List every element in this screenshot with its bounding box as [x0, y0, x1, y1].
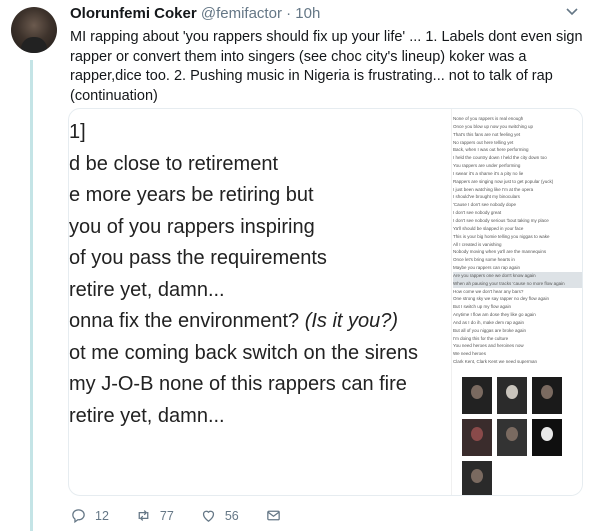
small-lyric-line: We need heroes [453, 351, 486, 357]
small-lyrics-list: None of you rappers is real enough Once y… [453, 115, 582, 366]
small-lyric-line: When ah pausing your tracks 'cause no mo… [453, 279, 582, 288]
author-handle[interactable]: @femifactor [201, 5, 282, 22]
lyric-line: 1] [69, 121, 86, 143]
photo-thumbnail [462, 461, 492, 495]
lyric-line: you of you rappers inspiring [69, 215, 315, 238]
photo-thumbnail-grid [462, 377, 572, 495]
photo-thumbnail [497, 419, 527, 456]
heart-icon [202, 510, 214, 522]
photo-thumbnail [532, 377, 562, 414]
envelope-icon [266, 510, 280, 521]
lyric-line: my J-O-B none of this rappers can fire [69, 373, 407, 395]
reply-icon [72, 509, 85, 524]
tweet-text: MI rapping about 'you rappers should fix… [70, 29, 583, 104]
small-lyric-line: You need heroes and heroines now [453, 343, 524, 349]
retweet-icon [138, 510, 149, 521]
small-lyric-line: I held the country down I held the city … [453, 155, 547, 161]
lyric-line: of you pass the requirements [69, 247, 327, 269]
thread-connector-line [30, 60, 33, 531]
reply-button[interactable]: 12 [70, 507, 109, 524]
retweet-count: 77 [159, 508, 174, 523]
small-lyric-line: Rappers are singing now just to get popu… [453, 178, 554, 184]
small-lyric-line: 'Cause I don't see nobody dope [453, 202, 517, 208]
small-lyric-line: I don't see nobody serious 'bout taking … [453, 217, 549, 223]
small-lyric-line: None of you rappers is real enough [453, 116, 524, 121]
author-name[interactable]: Olorunfemi Coker [70, 5, 197, 22]
small-lyric-line: But all of you niggas are broke again [453, 327, 527, 333]
small-lyric-line: All I created is vanishing [453, 241, 502, 247]
small-lyric-line: One strong sky we say rapper no dey flow… [453, 296, 550, 302]
small-lyric-line: Ya'll should be slapped in your face [453, 225, 524, 231]
like-count: 56 [224, 508, 239, 523]
small-lyric-line: And as I do ih, make dem rap again [453, 319, 525, 325]
small-lyric-line: I'm doing this for the culture [453, 335, 509, 341]
lyric-line: retire yet, damn... [69, 404, 225, 427]
small-lyric-line: Are you rappers one we don't know again [453, 271, 582, 280]
retweet-button[interactable]: 77 [135, 507, 174, 524]
lyrics-screenshot-right: None of you rappers is real enough Once y… [451, 109, 582, 495]
separator-dot: · [286, 5, 292, 22]
reply-count: 12 [95, 508, 109, 523]
small-lyric-line: Once you blow up now you switching up [453, 123, 534, 129]
photo-thumbnail [532, 419, 562, 456]
tweet-timestamp[interactable]: 10h [295, 5, 320, 22]
small-lyric-line: Nobody moving when ya'll are the mannequ… [453, 249, 547, 255]
small-lyric-line: How come we don't hear any bars? [453, 288, 524, 294]
tweet-actions-bar: 12 77 56 [70, 507, 308, 524]
small-lyric-line: This is your big homie telling you nigga… [453, 233, 550, 239]
photo-thumbnail [497, 377, 527, 414]
small-lyric-line: I should've brought my binoculars [453, 194, 520, 200]
small-lyric-line: Clark Kent, Clark Kent we need superman [453, 359, 538, 365]
small-lyric-line: I swear it's a shame it's a pity no lie [453, 170, 524, 176]
lyric-text: onna fix the environment? [69, 310, 305, 332]
tweet-media-image[interactable]: 1] d be close to retirement e more years… [68, 108, 583, 496]
lyric-line-with-italic: onna fix the environment? (Is it you?) [69, 306, 449, 338]
direct-message-button[interactable] [265, 507, 282, 524]
small-lyric-line: Back, when I was out here performing [453, 147, 529, 153]
like-button[interactable]: 56 [200, 507, 239, 524]
small-lyric-line: Anytime I flow am dose they like go agai… [453, 312, 536, 318]
small-lyric-line: Maybe you rappers can rap again [453, 265, 521, 271]
chevron-down-icon[interactable] [566, 5, 578, 19]
lyrics-screenshot-left: 1] d be close to retirement e more years… [69, 117, 449, 432]
lyric-italic-text: (Is it you?) [304, 310, 399, 332]
lyric-line: retire yet, damn... [69, 278, 225, 301]
small-lyric-line: I just been watching like I'm at the ope… [453, 186, 534, 192]
small-lyric-line: No rappers out here telling yet [453, 139, 514, 145]
lyric-line: e more years be retiring but [69, 184, 314, 206]
photo-thumbnail [462, 419, 492, 456]
lyric-line: d be close to retirement [69, 152, 278, 175]
small-lyric-line: I don't see nobody great [453, 210, 502, 216]
avatar[interactable] [11, 7, 57, 53]
lyric-line: ot me coming back switch on the sirens [69, 341, 419, 364]
photo-thumbnail [462, 377, 492, 414]
tweet-header: Olorunfemi Coker @femifactor · 10h [70, 5, 320, 22]
small-lyric-line: But I switch up my flow again [453, 304, 512, 310]
small-lyric-line: You rappers are under performing [453, 163, 521, 169]
small-lyric-line: Once let's bring some hearts in [453, 257, 515, 263]
small-lyric-line: That's this fans are not feeling yet [453, 131, 521, 137]
